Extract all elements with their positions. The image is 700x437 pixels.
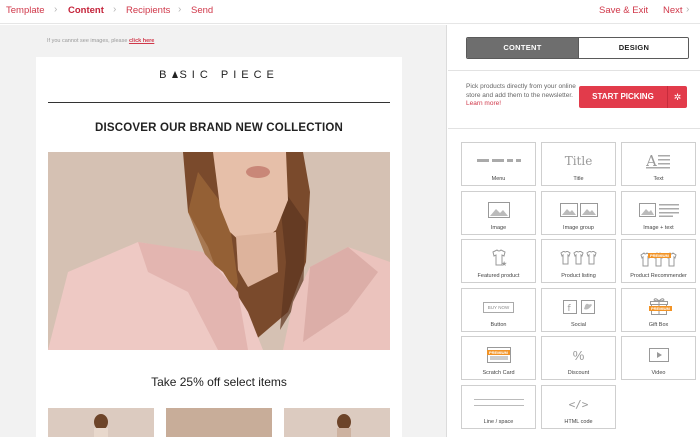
block-button[interactable]: BUY NOW Button	[461, 288, 536, 332]
block-social[interactable]: f Social	[541, 288, 616, 332]
chevron-right-icon: ›	[54, 4, 58, 15]
block-featured-product[interactable]: ★ Featured product	[461, 239, 536, 283]
brand-logo: B SIC PIECE	[159, 69, 279, 81]
social-icon: f	[542, 296, 615, 318]
image-group-icon	[542, 199, 615, 221]
click-here-link[interactable]: click here	[129, 38, 154, 44]
block-title[interactable]: Title Title	[541, 142, 616, 186]
block-line-space[interactable]: Line / space	[461, 385, 536, 429]
premium-badge: PREMIUM	[649, 306, 672, 311]
block-html-code[interactable]: </> HTML code	[541, 385, 616, 429]
video-icon	[622, 344, 695, 366]
product-listing-icon	[542, 247, 615, 269]
gift-box-icon: PREMIUM	[622, 296, 695, 318]
hero-image[interactable]	[48, 152, 390, 350]
title-icon: Title	[564, 154, 593, 168]
html-code-icon: </>	[568, 397, 589, 411]
product-recommender-icon: PREMIUM	[622, 247, 695, 269]
premium-badge: PREMIUM	[648, 253, 671, 258]
block-image[interactable]: Image	[461, 191, 536, 235]
premium-badge: PREMIUM	[487, 350, 510, 355]
step-content[interactable]: Content	[68, 5, 104, 16]
chevron-right-icon: ›	[113, 4, 117, 15]
save-exit-button[interactable]: Save & Exit	[599, 5, 648, 16]
email-preview-area: If you cannot see images, please click h…	[0, 25, 447, 437]
email-canvas[interactable]: B SIC PIECE DISCOVER OUR BRAND NEW COLLEC…	[36, 57, 402, 437]
block-discount[interactable]: % Discount	[541, 336, 616, 380]
block-product-listing[interactable]: Product listing	[541, 239, 616, 283]
content-design-toggle: CONTENT DESIGN	[466, 37, 689, 59]
logo-triangle-icon	[172, 71, 179, 78]
block-image-text[interactable]: Image + text	[621, 191, 696, 235]
text-icon: A	[622, 150, 695, 172]
svg-text:f: f	[567, 304, 571, 314]
divider	[448, 70, 700, 71]
tab-design[interactable]: DESIGN	[578, 38, 688, 58]
line-space-icon	[462, 393, 535, 415]
step-template[interactable]: Template	[6, 5, 45, 16]
block-menu[interactable]: Menu	[461, 142, 536, 186]
block-gift-box[interactable]: PREMIUM Gift Box	[621, 288, 696, 332]
button-icon: BUY NOW	[462, 296, 535, 318]
block-image-group[interactable]: Image group	[541, 191, 616, 235]
content-panel: CONTENT DESIGN Pick products directly fr…	[448, 25, 700, 437]
step-send[interactable]: Send	[191, 5, 213, 16]
menu-icon	[462, 150, 535, 172]
block-video[interactable]: Video	[621, 336, 696, 380]
scratch-card-icon: PREMIUM	[462, 344, 535, 366]
featured-product-icon: ★	[462, 247, 535, 269]
top-navigation-bar: Template › Content › Recipients › Send S…	[0, 0, 700, 24]
image-text-icon	[622, 199, 695, 221]
image-icon	[462, 199, 535, 221]
start-picking-label: START PICKING	[592, 92, 654, 101]
product-thumbnail[interactable]	[166, 408, 272, 437]
chevron-right-icon: ›	[686, 4, 690, 15]
email-headline[interactable]: DISCOVER OUR BRAND NEW COLLECTION	[36, 122, 402, 134]
next-button[interactable]: Next	[663, 5, 683, 16]
chevron-right-icon: ›	[178, 4, 182, 15]
pick-products-description: Pick products directly from your online …	[466, 83, 576, 107]
no-images-notice: If you cannot see images, please click h…	[47, 38, 155, 44]
discount-icon: %	[572, 347, 585, 363]
gear-icon[interactable]: ✲	[667, 86, 687, 108]
step-recipients[interactable]: Recipients	[126, 5, 170, 16]
offer-text[interactable]: Take 25% off select items	[36, 375, 402, 389]
divider-line	[48, 102, 390, 103]
tab-content[interactable]: CONTENT	[467, 38, 578, 58]
product-thumbnail[interactable]	[48, 408, 154, 437]
learn-more-link[interactable]: Learn more!	[466, 100, 501, 107]
block-text[interactable]: A Text	[621, 142, 696, 186]
divider	[448, 128, 700, 129]
block-product-recommender[interactable]: PREMIUM Product Recommender	[621, 239, 696, 283]
svg-text:★: ★	[501, 260, 507, 267]
start-picking-button[interactable]: START PICKING ✲	[579, 86, 687, 108]
product-thumbnail[interactable]	[284, 408, 390, 437]
block-scratch-card[interactable]: PREMIUM Scratch Card	[461, 336, 536, 380]
